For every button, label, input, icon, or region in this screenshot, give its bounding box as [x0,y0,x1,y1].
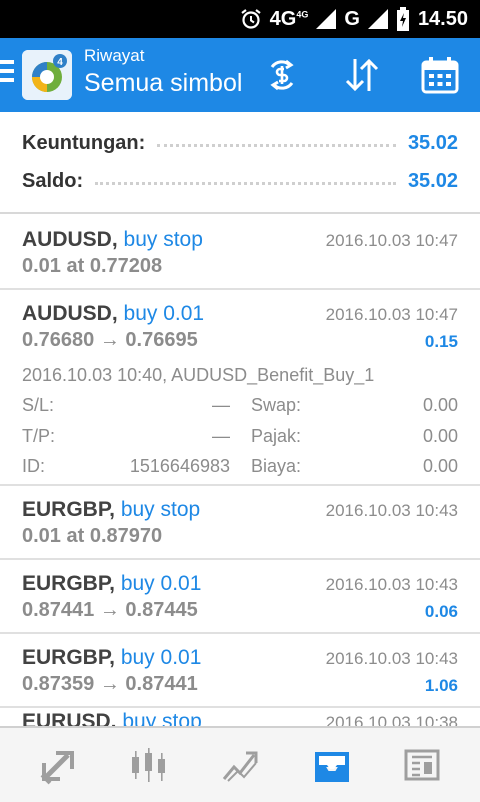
trade-action: buy 0.01 [120,572,202,595]
history-item-partial[interactable]: EURUSD, buy stop 2016.10.03 10:38 [0,708,480,726]
summary-panel: Keuntungan: 35.02 Saldo: 35.02 [0,112,480,214]
sl-label: S/L: [22,395,55,415]
trade-action: buy stop [120,498,201,521]
profit-label: Keuntungan: [22,131,146,154]
metatrader-logo-icon[interactable]: 4 [22,50,72,100]
page-subtitle: Riwayat [84,46,145,65]
page-title: Semua simbol [84,69,243,97]
network-g-label: G [344,7,360,30]
news-icon[interactable] [374,728,470,802]
tp-value: — [212,426,230,446]
trade-symbol: EURGBP, buy 0.01 [22,572,201,596]
sort-icon[interactable] [342,55,382,95]
menu-icon[interactable] [0,60,14,90]
trade-price: 0.76680 → 0.76695 [22,329,198,351]
chart-icon[interactable] [100,728,196,802]
trade-symbol: AUDUSD, buy stop [22,228,203,252]
swap-value: 0.00 [422,395,458,415]
tax-value: 0.00 [422,426,458,446]
symbol-text: AUDUSD, [22,228,118,251]
tax-label: Pajak: [251,426,302,446]
history-item[interactable]: AUDUSD, buy stop 2016.10.03 10:47 0.01 a… [0,216,480,288]
history-item[interactable]: EURGBP, buy stop 2016.10.03 10:43 0.01 a… [0,486,480,558]
summary-divider [0,212,480,214]
fee-label: Biaya: [251,456,302,476]
id-value: 1516646983 [129,456,230,476]
swap-label: Swap: [251,395,302,415]
trade-action: buy 0.01 [123,302,205,325]
currency-exchange-icon[interactable] [262,55,302,95]
svg-text:4: 4 [57,57,63,68]
bottom-navigation [0,726,480,802]
signal-icon-2 [367,9,388,29]
quotes-icon[interactable] [10,728,106,802]
tp-label: T/P: [22,426,56,446]
balance-label: Saldo: [22,169,84,192]
profit-value: 35.02 [407,131,458,154]
trade-action: buy stop [122,710,202,726]
profit-row: Keuntungan: 35.02 [22,128,458,158]
trade-icon[interactable] [192,728,288,802]
calendar-icon[interactable] [420,55,460,95]
trade-profit: 0.06 [424,602,458,621]
signal-icon [316,9,337,29]
title-block[interactable]: Riwayat Semua simbol [84,46,242,100]
trade-action: buy stop [123,228,203,251]
dotted-leader [95,181,396,185]
trade-price: 0.87441 → 0.87445 [22,599,198,621]
alarm-icon [240,8,262,30]
trade-price: 0.01 at 0.77208 [22,255,163,277]
status-bar: 4G4G G 14.50 [0,0,480,38]
trade-symbol: EURUSD, buy stop [22,710,202,726]
sl-value: — [212,395,230,415]
clock-time: 14.50 [417,7,468,30]
symbol-text: EURGBP, [22,572,115,595]
network-4g-label: 4G4G [269,7,309,30]
trade-price: 0.87359 → 0.87441 [22,673,198,695]
symbol-text: EURGBP, [22,498,115,521]
trade-symbol: AUDUSD, buy 0.01 [22,302,204,326]
balance-row: Saldo: 35.02 [22,166,458,196]
trade-datetime: 2016.10.03 10:38 [325,713,458,726]
trade-profit: 0.15 [424,332,458,351]
history-icon[interactable] [284,728,380,802]
symbol-text: EURUSD, [22,710,117,726]
fee-value: 0.00 [422,456,458,476]
id-label: ID: [22,456,46,476]
trade-datetime: 2016.10.03 10:43 [325,649,458,668]
dotted-leader [157,143,396,147]
trade-datetime: 2016.10.03 10:47 [325,305,458,324]
trade-price: 0.01 at 0.87970 [22,525,163,547]
trade-symbol: EURGBP, buy 0.01 [22,646,201,670]
history-item-expanded[interactable]: AUDUSD, buy 0.01 2016.10.03 10:47 0.7668… [0,290,480,484]
open-info: 2016.10.03 10:40, AUDUSD_Benefit_Buy_1 [22,365,375,385]
history-list[interactable]: AUDUSD, buy stop 2016.10.03 10:47 0.01 a… [0,216,480,726]
history-item[interactable]: EURGBP, buy 0.01 2016.10.03 10:43 0.8744… [0,560,480,632]
trade-datetime: 2016.10.03 10:43 [325,575,458,594]
symbol-text: EURGBP, [22,646,115,669]
trade-action: buy 0.01 [120,646,202,669]
trade-symbol: EURGBP, buy stop [22,498,200,522]
symbol-text: AUDUSD, [22,302,118,325]
trade-profit: 1.06 [424,676,458,695]
trade-datetime: 2016.10.03 10:47 [325,231,458,250]
balance-value: 35.02 [407,169,458,192]
history-item[interactable]: EURGBP, buy 0.01 2016.10.03 10:43 0.8735… [0,634,480,706]
battery-icon [396,7,410,31]
trade-datetime: 2016.10.03 10:43 [325,501,458,520]
app-bar: 4 Riwayat Semua simbol [0,38,480,112]
